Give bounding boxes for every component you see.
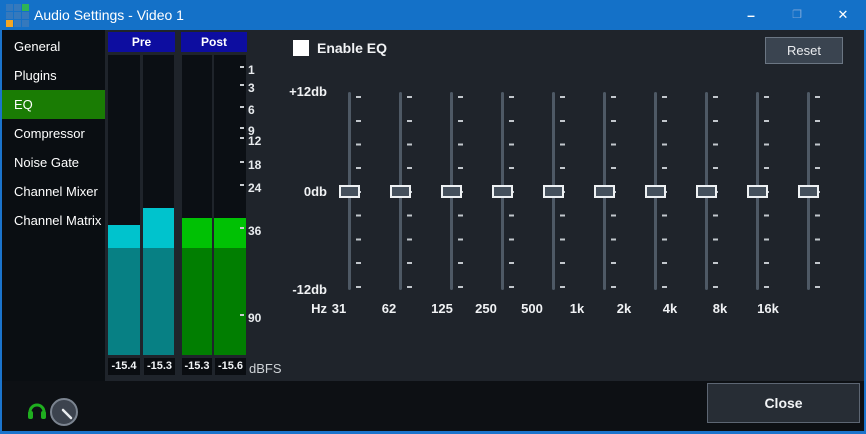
- eq-freq-label: 125: [431, 302, 453, 316]
- eq-axis-zero: 0db: [270, 185, 327, 199]
- eq-slider-handle[interactable]: [339, 185, 360, 198]
- meter-bar-body: [182, 248, 212, 355]
- meter-bar-body: [214, 248, 246, 355]
- meter-bar-body: [143, 248, 174, 355]
- eq-slider-4k[interactable]: [687, 88, 727, 303]
- eq-slider-handle[interactable]: [594, 185, 615, 198]
- eq-freq-label: 4k: [663, 302, 677, 316]
- meter-scale-mark: 18: [240, 159, 261, 171]
- eq-freq-label: 2k: [617, 302, 631, 316]
- titlebar: Audio Settings - Video 1 – ❐ ✕: [0, 0, 866, 30]
- sidebar-item-plugins[interactable]: Plugins: [2, 61, 105, 90]
- eq-slider-31hz[interactable]: [330, 88, 370, 303]
- eq-slider-handle[interactable]: [390, 185, 411, 198]
- eq-axis-minus12: -12db: [270, 283, 327, 297]
- close-button[interactable]: Close: [707, 383, 860, 423]
- meter-bar-peak: [143, 208, 174, 248]
- enable-eq-label: Enable EQ: [317, 40, 387, 56]
- eq-freq-label: 62: [382, 302, 396, 316]
- meter-reading-post-left: -15.3: [182, 358, 212, 375]
- eq-freq-label: 250: [475, 302, 497, 316]
- meter-scale-mark: 3: [240, 82, 255, 94]
- sidebar-item-channel-mixer[interactable]: Channel Mixer: [2, 177, 105, 206]
- close-window-button[interactable]: ✕: [820, 0, 866, 30]
- meter-pre-left: [108, 55, 140, 355]
- eq-slider-handle[interactable]: [696, 185, 717, 198]
- meter-scale-mark: 24: [240, 182, 261, 194]
- eq-slider-62hz[interactable]: [381, 88, 421, 303]
- meter-bar-body: [108, 248, 140, 355]
- window-title: Audio Settings - Video 1: [34, 0, 184, 30]
- meter-pre-right: [143, 55, 174, 355]
- eq-slider-handle[interactable]: [492, 185, 513, 198]
- sidebar-item-eq[interactable]: EQ: [2, 90, 105, 119]
- sidebar-item-noise-gate[interactable]: Noise Gate: [2, 148, 105, 177]
- maximize-button[interactable]: ❐: [774, 0, 820, 30]
- sidebar-item-general[interactable]: General: [2, 32, 105, 61]
- meter-post-right: [214, 55, 246, 355]
- meter-bar-peak: [108, 225, 140, 248]
- meter-header-post: Post: [181, 32, 247, 52]
- eq-freq-label: 1k: [570, 302, 584, 316]
- eq-slider-handle[interactable]: [543, 185, 564, 198]
- meter-scale-mark: 36: [240, 225, 261, 237]
- reset-button[interactable]: Reset: [765, 37, 843, 64]
- eq-slider-500hz[interactable]: [534, 88, 574, 303]
- meter-reading-post-right: -15.6: [215, 358, 246, 375]
- meter-post-left: [182, 55, 212, 355]
- app-logo-icon: [6, 4, 29, 27]
- eq-slider-250hz[interactable]: [483, 88, 523, 303]
- eq-slider-handle[interactable]: [645, 185, 666, 198]
- meter-scale-mark: 90: [240, 312, 261, 324]
- eq-slider-handle[interactable]: [798, 185, 819, 198]
- headphones-volume-knob[interactable]: [50, 398, 78, 426]
- meter-bar-peak: [182, 218, 212, 248]
- eq-slider-handle[interactable]: [441, 185, 462, 198]
- meter-scale-mark: 12: [240, 135, 261, 147]
- meter-reading-pre-right: -15.3: [144, 358, 175, 375]
- eq-freq-label: 16k: [757, 302, 779, 316]
- headphones-icon[interactable]: [27, 399, 47, 421]
- meter-reading-pre-left: -15.4: [108, 358, 140, 375]
- eq-slider-2k[interactable]: [636, 88, 676, 303]
- eq-slider-1k[interactable]: [585, 88, 625, 303]
- meter-scale-mark: 6: [240, 104, 255, 116]
- audio-settings-dialog: Audio Settings - Video 1 – ❐ ✕ General P…: [0, 0, 866, 434]
- meter-header-pre: Pre: [108, 32, 175, 52]
- minimize-button[interactable]: –: [728, 0, 774, 30]
- eq-axis-unit: Hz: [270, 302, 327, 316]
- window-border: [0, 30, 2, 434]
- settings-sidebar: General Plugins EQ Compressor Noise Gate…: [2, 30, 105, 382]
- eq-freq-label: 31: [332, 302, 346, 316]
- eq-slider-125hz[interactable]: [432, 88, 472, 303]
- sidebar-item-compressor[interactable]: Compressor: [2, 119, 105, 148]
- enable-eq-checkbox[interactable]: [293, 40, 309, 56]
- eq-slider-16k[interactable]: [789, 88, 829, 303]
- sidebar-item-channel-matrix[interactable]: Channel Matrix: [2, 206, 105, 235]
- eq-freq-label: 8k: [713, 302, 727, 316]
- meter-unit-label: dBFS: [249, 361, 282, 376]
- eq-slider-8k[interactable]: [738, 88, 778, 303]
- eq-freq-label: 500: [521, 302, 543, 316]
- meter-scale-mark: 1: [240, 64, 255, 76]
- eq-slider-handle[interactable]: [747, 185, 768, 198]
- eq-axis-plus12: +12db: [270, 85, 327, 99]
